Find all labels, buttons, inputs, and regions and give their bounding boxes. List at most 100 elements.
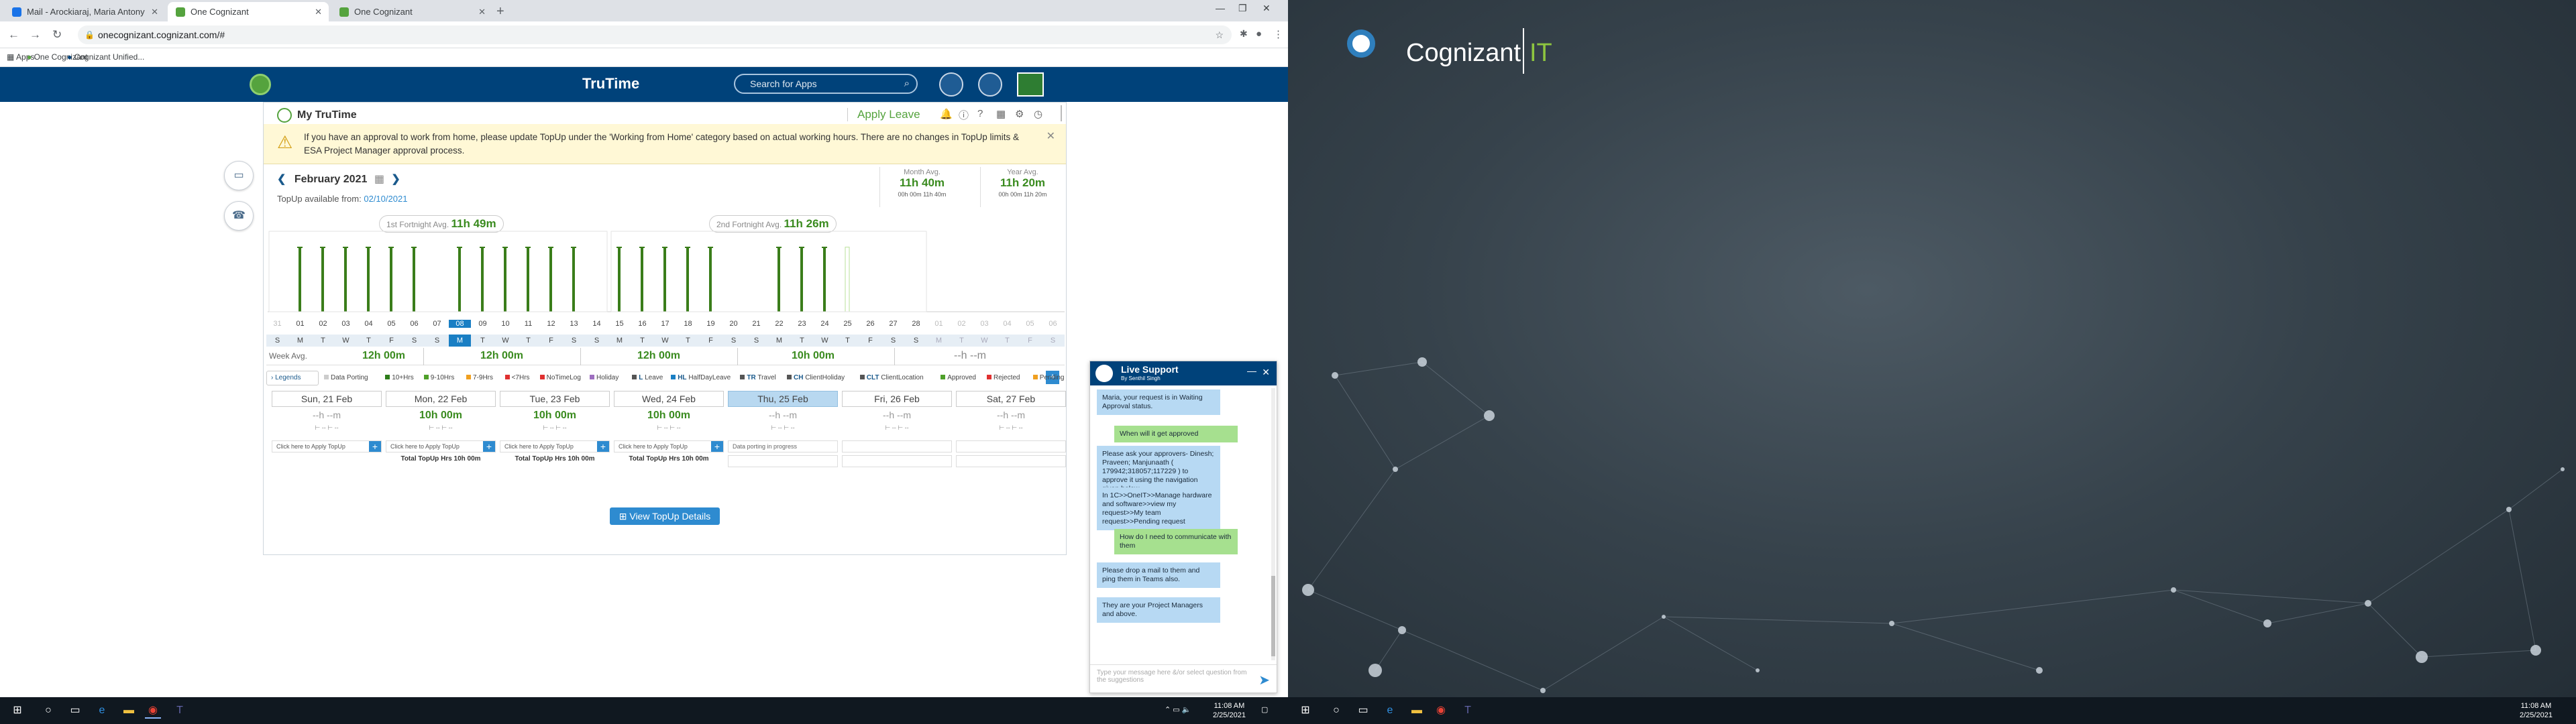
scroll-thumb[interactable] <box>1271 576 1275 656</box>
task-view-icon[interactable]: ▭ <box>67 703 83 719</box>
bar-09[interactable] <box>481 247 484 312</box>
day-number[interactable]: 03 <box>973 320 996 328</box>
day-number[interactable]: 06 <box>403 320 425 328</box>
view-topup-details-button[interactable]: ⊞ View TopUp Details <box>610 507 720 525</box>
day-card[interactable]: Sat, 27 Feb --h --m ⊢ -- ⊢ -- <box>956 391 1066 475</box>
bar-03[interactable] <box>344 247 347 312</box>
day-number[interactable]: 11 <box>517 320 539 328</box>
tab-mail[interactable]: Mail - Arockiaraj, Maria Antony ✕ <box>4 2 165 21</box>
legends-toggle-button[interactable]: › Legends <box>266 371 319 385</box>
day-number[interactable]: 05 <box>1019 320 1041 328</box>
bar-01[interactable] <box>299 247 301 312</box>
edge-icon[interactable]: e <box>1382 703 1398 719</box>
day-number[interactable]: 03 <box>335 320 357 328</box>
reload-icon[interactable]: ↻ <box>52 28 62 42</box>
day-number[interactable]: 06 <box>1042 320 1064 328</box>
url-input[interactable]: 🔒 onecognizant.cognizant.com/# ☆ <box>78 25 1232 44</box>
day-number[interactable]: 14 <box>586 320 608 328</box>
search-icon[interactable]: ○ <box>1328 703 1344 719</box>
menu-icon[interactable]: ⋮ <box>1273 28 1283 40</box>
clock[interactable]: 11:08 AM 2/25/2021 <box>1213 701 1246 720</box>
apps-menu-icon[interactable] <box>978 72 1002 97</box>
tray-icons[interactable]: ⌃ ▭ 🔈 <box>1165 705 1191 715</box>
bar-05[interactable] <box>390 247 392 312</box>
day-number[interactable]: 15 <box>608 320 631 328</box>
chat-scrollbar[interactable] <box>1271 388 1275 660</box>
day-number[interactable]: 01 <box>289 320 311 328</box>
day-number[interactable]: 04 <box>996 320 1018 328</box>
profile-icon[interactable]: ● <box>1256 28 1262 40</box>
chat-input[interactable]: Type your message here &/or select quest… <box>1090 664 1277 692</box>
bar-17[interactable] <box>663 247 666 312</box>
day-number[interactable]: 17 <box>654 320 676 328</box>
bar-08[interactable] <box>458 247 461 312</box>
clock[interactable]: 11:08 AM 2/25/2021 <box>2520 701 2553 720</box>
file-explorer-icon[interactable]: ▬ <box>1409 703 1425 719</box>
bar-10[interactable] <box>504 247 506 312</box>
task-view-icon[interactable]: ▭ <box>1355 703 1371 719</box>
bar-15[interactable] <box>618 247 621 312</box>
day-number[interactable]: 13 <box>563 320 585 328</box>
minimize-icon[interactable]: — <box>1216 3 1225 13</box>
chevron-right-icon[interactable]: ❯ <box>391 174 400 185</box>
bookmark-cognizant-unified[interactable]: ● Cognizant Unified... <box>67 52 144 62</box>
add-icon[interactable]: + <box>369 441 381 452</box>
edge-icon[interactable]: e <box>94 703 110 719</box>
day-card[interactable]: Tue, 23 Feb 10h 00m ⊢ -- ⊢ -- Click here to… <box>500 391 610 475</box>
day-card[interactable]: Thu, 25 Feb --h --m ⊢ -- ⊢ -- Data porting … <box>728 391 838 475</box>
day-number[interactable]: 21 <box>745 320 767 328</box>
day-number[interactable]: 20 <box>722 320 745 328</box>
apply-topup-button[interactable]: Click here to Apply TopUp + <box>614 440 724 452</box>
apply-topup-button[interactable]: Click here to Apply TopUp + <box>386 440 496 452</box>
day-number[interactable]: 02 <box>951 320 973 328</box>
app-search-input[interactable]: Search for Apps ⌕ <box>734 74 918 94</box>
day-number[interactable]: 09 <box>472 320 494 328</box>
day-number[interactable]: 10 <box>494 320 517 328</box>
calendar-icon[interactable]: ▦ <box>996 108 1006 120</box>
search-icon[interactable]: ○ <box>40 703 56 719</box>
forward-icon[interactable]: → <box>30 28 41 42</box>
close-icon[interactable]: ✕ <box>1262 367 1270 378</box>
day-number[interactable]: 05 <box>380 320 402 328</box>
support-icon[interactable]: ☎ <box>224 201 254 231</box>
bar-04[interactable] <box>367 247 370 312</box>
settings-icon[interactable]: ⚙ <box>1015 108 1024 120</box>
notification-icon[interactable] <box>939 72 963 97</box>
day-number[interactable]: 25 <box>837 320 859 328</box>
day-number[interactable]: 26 <box>859 320 881 328</box>
scrollbar[interactable] <box>1061 105 1062 121</box>
close-window-icon[interactable]: ✕ <box>1263 3 1271 14</box>
day-number[interactable]: 31 <box>266 320 288 328</box>
feedback-icon[interactable]: ▭ <box>224 161 254 190</box>
close-icon[interactable]: ✕ <box>151 2 158 21</box>
extensions-icon[interactable]: ✱ <box>1240 28 1248 40</box>
day-number[interactable]: 22 <box>768 320 790 328</box>
bar-18[interactable] <box>686 247 689 312</box>
bar-19[interactable] <box>709 247 712 312</box>
notification-center-icon[interactable]: ▢ <box>1261 705 1268 715</box>
day-number[interactable]: 16 <box>631 320 653 328</box>
onecognizant-logo[interactable] <box>250 74 271 95</box>
day-number[interactable]: 07 <box>426 320 448 328</box>
bell-icon[interactable]: 🔔 <box>940 108 953 120</box>
day-number[interactable]: 08 <box>449 320 471 328</box>
help-icon[interactable]: ? <box>977 108 983 119</box>
bar-06[interactable] <box>413 247 415 312</box>
windows-start-icon[interactable]: ⊞ <box>1297 703 1313 719</box>
close-icon[interactable]: ✕ <box>315 2 322 21</box>
chevron-left-icon[interactable]: ❮ <box>277 174 286 185</box>
maximize-icon[interactable]: ❐ <box>1238 3 1247 14</box>
info-icon[interactable]: ⓘ <box>959 108 969 122</box>
apply-topup-button[interactable]: Click here to Apply TopUp + <box>500 440 610 452</box>
day-number[interactable]: 02 <box>312 320 334 328</box>
bar-23[interactable] <box>800 247 803 312</box>
bar-22[interactable] <box>777 247 780 312</box>
minimize-icon[interactable]: — <box>1247 365 1256 376</box>
day-card[interactable]: Sun, 21 Feb --h --m ⊢ -- ⊢ -- Click here to… <box>272 391 382 475</box>
day-card[interactable]: Mon, 22 Feb 10h 00m ⊢ -- ⊢ -- Click here to… <box>386 391 496 475</box>
calendar-icon[interactable]: ▦ <box>374 174 384 185</box>
bar-24[interactable] <box>823 247 826 312</box>
tab-onecognizant[interactable]: One Cognizant ✕ <box>331 2 492 21</box>
send-icon[interactable]: ➤ <box>1258 672 1270 688</box>
apply-leave-link[interactable]: Apply Leave <box>847 108 920 121</box>
